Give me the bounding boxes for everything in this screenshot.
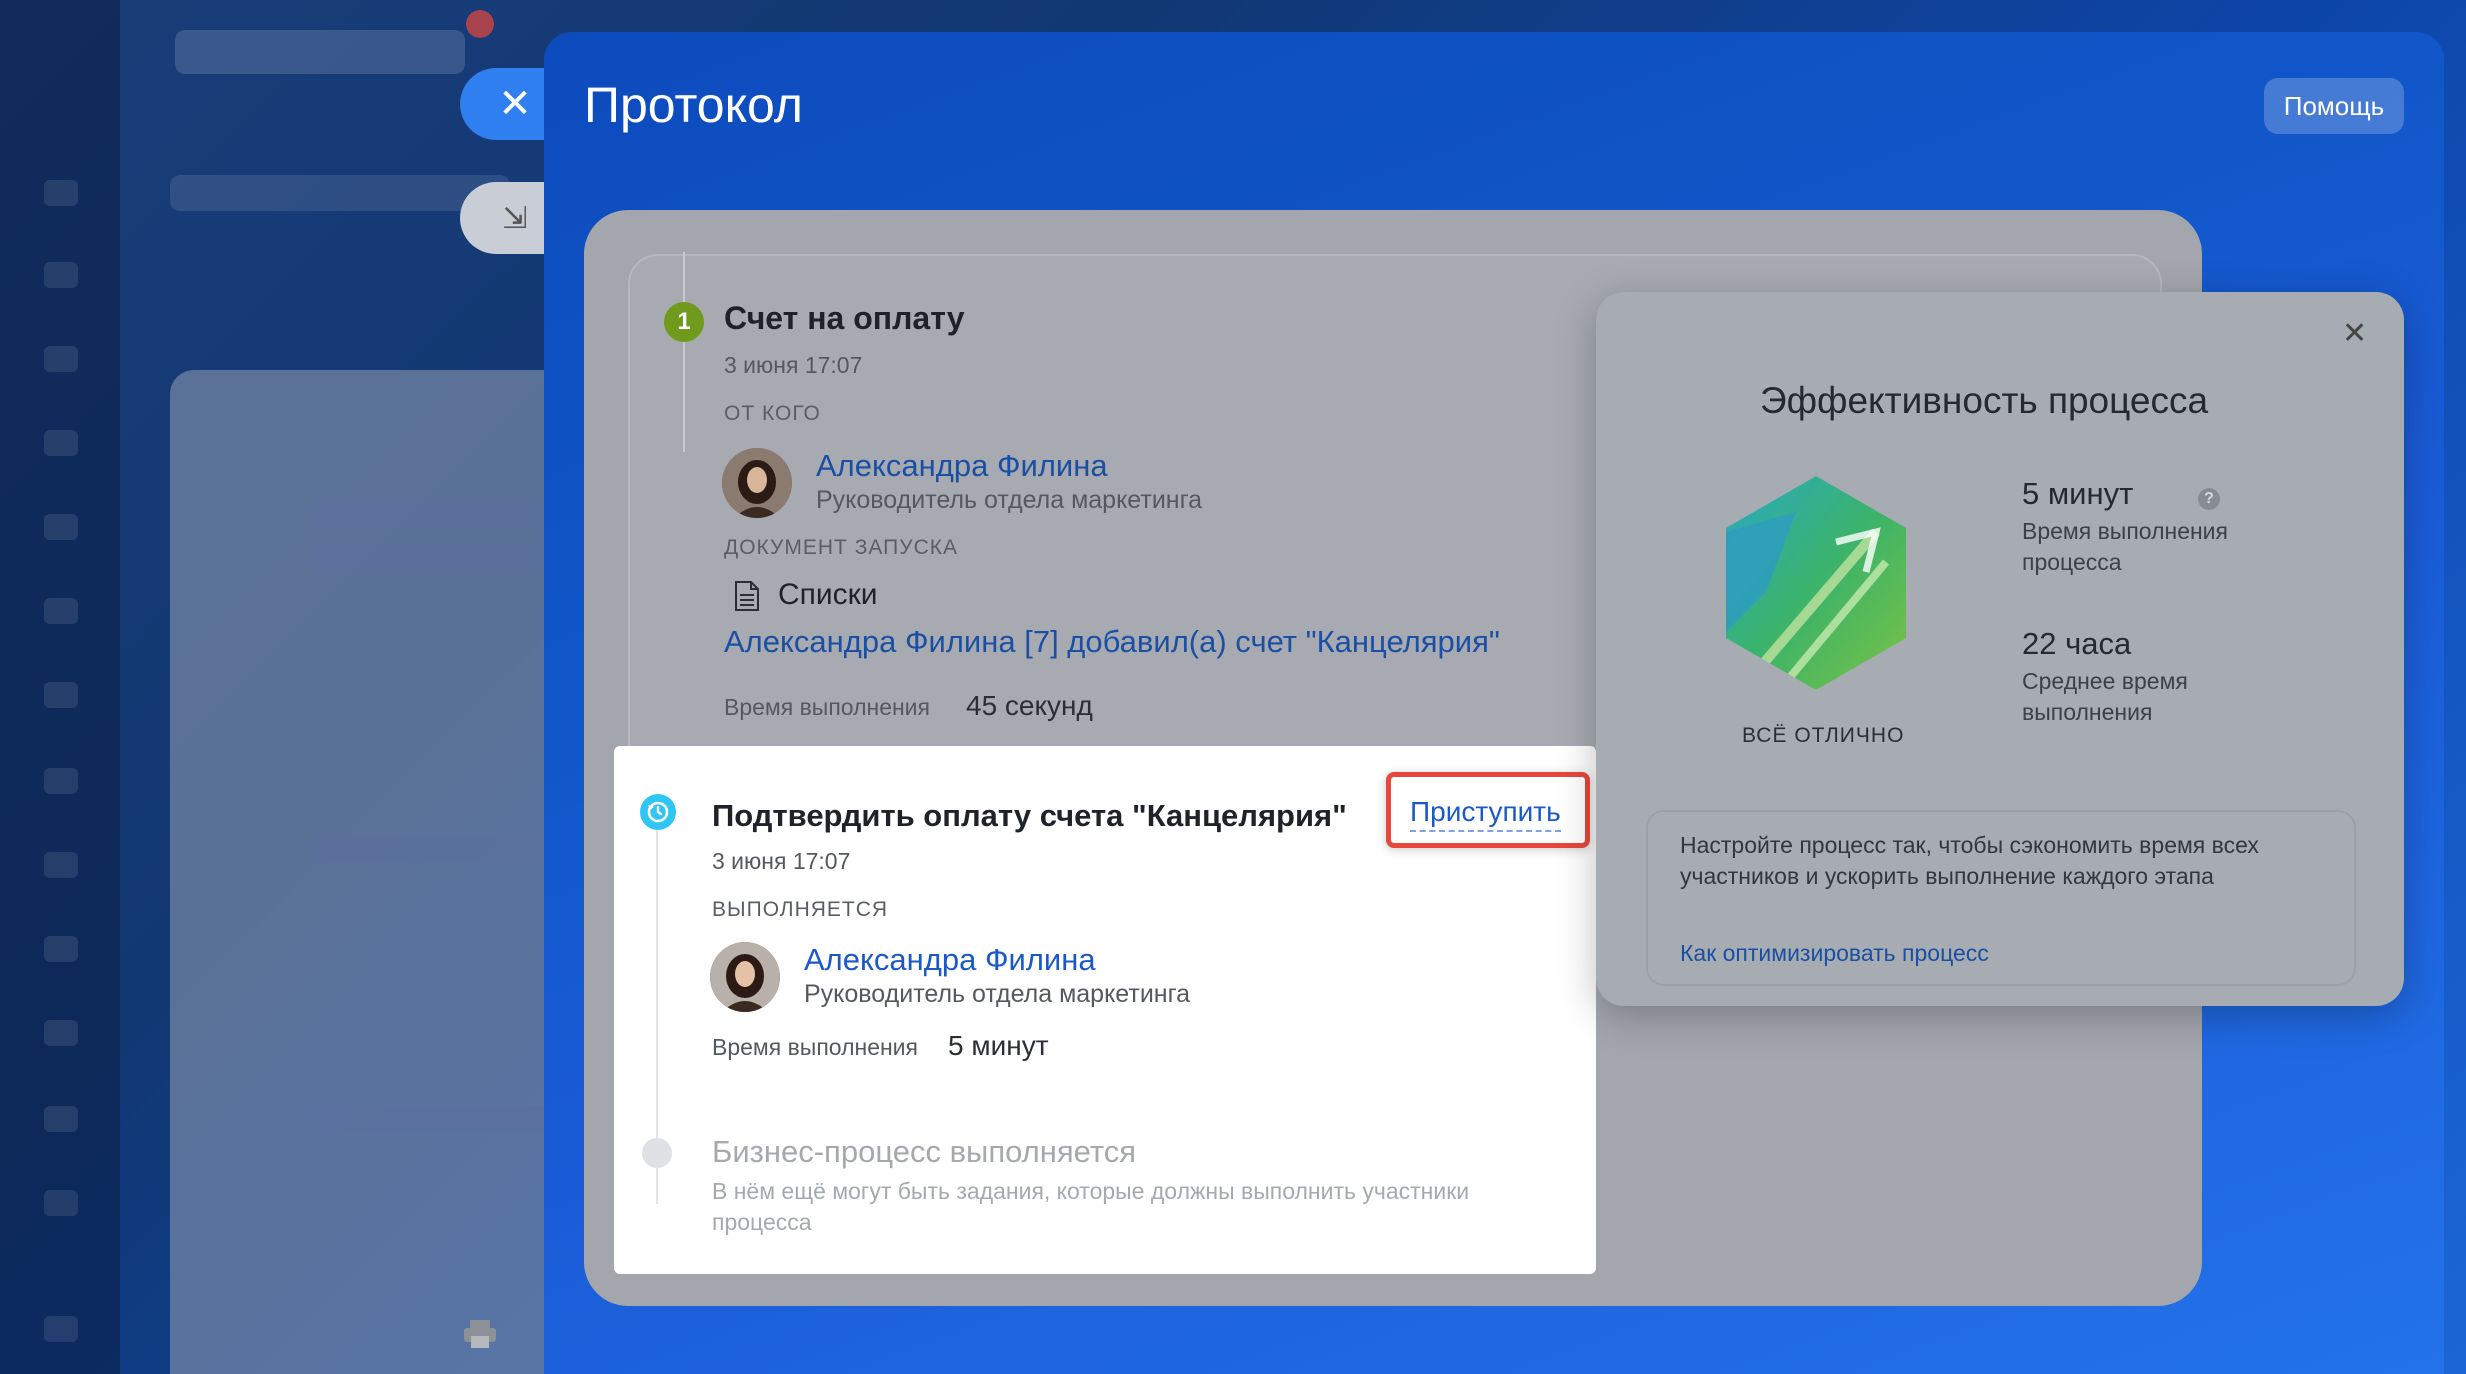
metric2-value: 22 часа — [2022, 626, 2132, 661]
step1-time-label: Время выполнения — [724, 694, 930, 720]
printer-icon[interactable] — [462, 1318, 498, 1350]
avatar[interactable] — [722, 448, 792, 518]
printer-icon-svg — [464, 1320, 496, 1348]
rail-item — [44, 1106, 78, 1132]
avatar[interactable] — [710, 942, 780, 1012]
clock-refresh-icon — [647, 801, 669, 823]
metric1-label: Время выполнения процесса — [2022, 518, 2228, 575]
efficiency-title: Эффективность процесса — [1760, 380, 2209, 421]
step2-status-label: ВЫПОЛНЯЕТСЯ — [712, 898, 889, 921]
start-task-link[interactable]: Приступить — [1410, 796, 1561, 832]
rail-item — [44, 346, 78, 372]
step1-date: 3 июня 17:07 — [724, 352, 863, 378]
efficiency-status: ВСЁ ОТЛИЧНО — [1742, 724, 1905, 747]
optimize-process-link[interactable]: Как оптимизировать процесс — [1680, 940, 1989, 967]
rail-item — [44, 514, 78, 540]
rail-item — [44, 598, 78, 624]
step2-person-link[interactable]: Александра Филина — [804, 942, 1096, 978]
close-popup-button[interactable]: ✕ — [2342, 316, 2367, 351]
step1-doc-link[interactable]: Александра Филина [7] добавил(а) счет "К… — [724, 624, 1500, 660]
background-row — [310, 836, 550, 862]
optimization-tip: Настройте процесс так, чтобы сэкономить … — [1646, 810, 2356, 986]
step1-title: Счет на оплату — [724, 300, 965, 336]
efficiency-hexagon-icon — [1726, 476, 1906, 690]
active-step-card: Подтвердить оплату счета "Канцелярия" Пр… — [614, 746, 1596, 1274]
rail-item — [44, 1190, 78, 1216]
timeline-line — [683, 252, 685, 452]
avatar-image — [722, 448, 792, 518]
close-icon: ✕ — [2342, 317, 2368, 350]
step2-time-value: 5 минут — [948, 1030, 1049, 1061]
help-icon[interactable]: ? — [2198, 488, 2220, 510]
rail-item — [44, 262, 78, 288]
notification-dot — [466, 10, 494, 38]
background-row — [310, 1106, 550, 1132]
step1-number-badge: 1 — [664, 302, 704, 342]
step2-time-label: Время выполнения — [712, 1034, 918, 1060]
step2-date: 3 июня 17:07 — [712, 848, 851, 874]
efficiency-popup: ✕ Эффективность процесса ВСЁ ОТЛИЧНО 5 м… — [1596, 292, 2404, 1006]
background-panel — [170, 370, 590, 1374]
rail-item — [44, 768, 78, 794]
background-row — [310, 500, 550, 526]
step1-doc-type: Списки — [778, 578, 878, 611]
rail-item — [44, 1316, 78, 1342]
protocol-content: 1 Счет на оплату 3 июня 17:07 ОТ КОГО Ал… — [544, 32, 2444, 1374]
background-left-rail — [0, 0, 120, 1374]
step1-from-label: ОТ КОГО — [724, 402, 821, 425]
in-progress-icon — [640, 794, 676, 830]
step2-title: Подтвердить оплату счета "Канцелярия" — [712, 798, 1347, 833]
step1-person-role: Руководитель отдела маркетинга — [816, 486, 1203, 514]
avatar-image — [710, 942, 780, 1012]
rail-item — [44, 852, 78, 878]
step1-doc-label: ДОКУМЕНТ ЗАПУСКА — [724, 536, 958, 559]
metric1-value: 5 минут — [2022, 476, 2134, 511]
step3-description: В нём ещё могут быть задания, которые до… — [712, 1178, 1470, 1235]
rail-item — [44, 180, 78, 206]
minimize-icon: ⇲ — [502, 201, 528, 235]
step1-time-value: 45 секунд — [966, 690, 1093, 721]
metric2-label: Среднее время выполнения — [2022, 668, 2188, 725]
step3-title: Бизнес-процесс выполняется — [712, 1134, 1137, 1169]
pending-step-dot — [642, 1138, 672, 1168]
document-icon — [735, 581, 759, 611]
background-subtitle — [170, 175, 510, 211]
tip-text: Настройте процесс так, чтобы сэкономить … — [1680, 832, 2259, 889]
close-icon: ✕ — [498, 82, 532, 126]
step1-person-link[interactable]: Александра Филина — [816, 448, 1108, 484]
background-row — [310, 546, 550, 572]
rail-item — [44, 682, 78, 708]
rail-item — [44, 936, 78, 962]
background-title — [175, 30, 465, 74]
rail-item — [44, 430, 78, 456]
rail-item — [44, 1020, 78, 1046]
step2-person-role: Руководитель отдела маркетинга — [804, 980, 1191, 1008]
